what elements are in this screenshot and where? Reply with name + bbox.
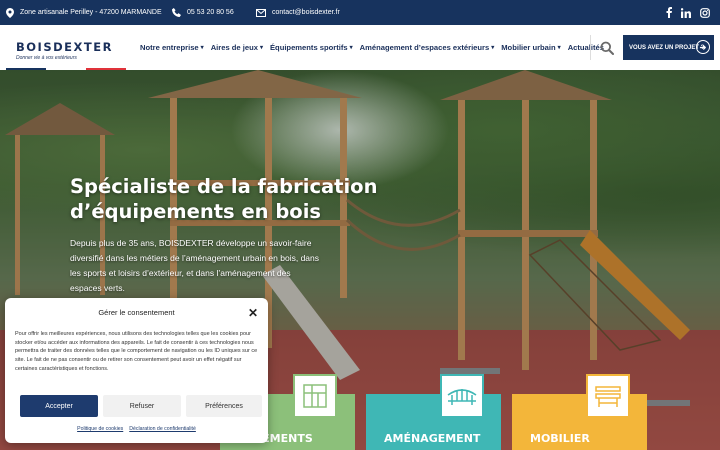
chevron-down-icon: ▾ <box>491 45 495 51</box>
logo-text: BOISDEXTER <box>16 40 113 54</box>
phone-icon <box>172 8 181 17</box>
facebook-icon[interactable] <box>666 7 672 18</box>
bench-icon <box>586 374 630 418</box>
arrow-right-icon: ➜ <box>696 40 710 54</box>
header-divider <box>590 35 591 60</box>
email-item[interactable]: contact@boisdexter.fr <box>256 0 340 25</box>
nav-item-notre-entreprise[interactable]: Notre entreprise ▾ <box>140 43 204 52</box>
top-bar: Zone artisanale Perilley - 47200 MARMAND… <box>0 0 720 25</box>
address-text: Zone artisanale Perilley - 47200 MARMAND… <box>20 9 162 16</box>
hero-description: Depuis plus de 35 ans, BOISDEXTER dévelo… <box>70 238 319 293</box>
close-icon[interactable]: ✕ <box>248 306 258 320</box>
cta-label: VOUS AVEZ UN PROJET ? <box>629 44 705 51</box>
sports-equipment-icon <box>293 374 337 418</box>
project-cta-button[interactable]: VOUS AVEZ UN PROJET ? ➜ <box>623 35 714 60</box>
consent-text: Pour offrir les meilleures expériences, … <box>15 331 258 372</box>
tile-mobilier[interactable]: MOBILIER <box>512 374 647 450</box>
nav-label: Mobilier urbain <box>501 43 556 52</box>
nav-label: Notre entreprise <box>140 43 199 52</box>
nav-label: Aménagement d’espaces extérieurs <box>359 43 490 52</box>
nav-label: Équipements sportifs <box>269 43 348 52</box>
brand-logo[interactable]: BOISDEXTER Donner vie à vos extérieurs <box>16 40 116 61</box>
chevron-down-icon: ▾ <box>200 45 204 51</box>
search-icon[interactable] <box>600 41 614 55</box>
tile-label: AMÉNAGEMENT <box>384 432 481 445</box>
linkedin-icon[interactable] <box>681 7 691 18</box>
main-header: BOISDEXTER Donner vie à vos extérieurs N… <box>0 25 720 71</box>
chevron-down-icon: ▾ <box>349 45 353 51</box>
address-item: Zone artisanale Perilley - 47200 MARMAND… <box>6 0 162 25</box>
chevron-down-icon: ▾ <box>259 45 263 51</box>
cookie-policy-link[interactable]: Politique de cookies <box>77 426 123 432</box>
preferences-button[interactable]: Préférences <box>186 395 262 417</box>
consent-title: Gérer le consentement <box>98 308 175 317</box>
consent-links: Politique de cookies Déclaration de conf… <box>5 426 268 432</box>
tile-label: MOBILIER <box>530 432 590 445</box>
nav-item-amenagement[interactable]: Aménagement d’espaces extérieurs ▾ <box>360 43 495 52</box>
social-links <box>666 0 710 25</box>
nav-item-aires-de-jeux[interactable]: Aires de jeux ▾ <box>211 43 263 52</box>
tile-amenagement[interactable]: AMÉNAGEMENT <box>366 374 501 450</box>
envelope-icon <box>256 8 266 17</box>
nav-item-actualites[interactable]: Actualités <box>568 43 604 52</box>
email-text[interactable]: contact@boisdexter.fr <box>272 9 340 16</box>
hero-title: Spécialiste de la fabrication d’équipeme… <box>70 175 378 223</box>
instagram-icon[interactable] <box>700 7 710 18</box>
location-pin-icon <box>6 7 14 18</box>
main-nav: Notre entreprise ▾ Aires de jeux ▾ Équipem… <box>140 25 611 70</box>
refuse-button[interactable]: Refuser <box>103 395 181 417</box>
privacy-statement-link[interactable]: Déclaration de confidentialité <box>129 426 196 432</box>
bridge-icon <box>440 374 484 418</box>
chevron-down-icon: ▾ <box>557 45 561 51</box>
logo-tagline: Donner vie à vos extérieurs <box>16 55 77 61</box>
nav-item-equipements-sportifs[interactable]: Équipements sportifs ▾ <box>270 43 353 52</box>
phone-item[interactable]: 05 53 20 80 56 <box>172 0 234 25</box>
phone-text[interactable]: 05 53 20 80 56 <box>187 9 234 16</box>
nav-item-mobilier-urbain[interactable]: Mobilier urbain ▾ <box>501 43 560 52</box>
cookie-consent-dialog: Gérer le consentement ✕ Pour offrir les … <box>5 298 268 443</box>
nav-label: Aires de jeux <box>210 43 258 52</box>
accept-button[interactable]: Accepter <box>20 395 98 417</box>
nav-label: Actualités <box>567 43 604 52</box>
